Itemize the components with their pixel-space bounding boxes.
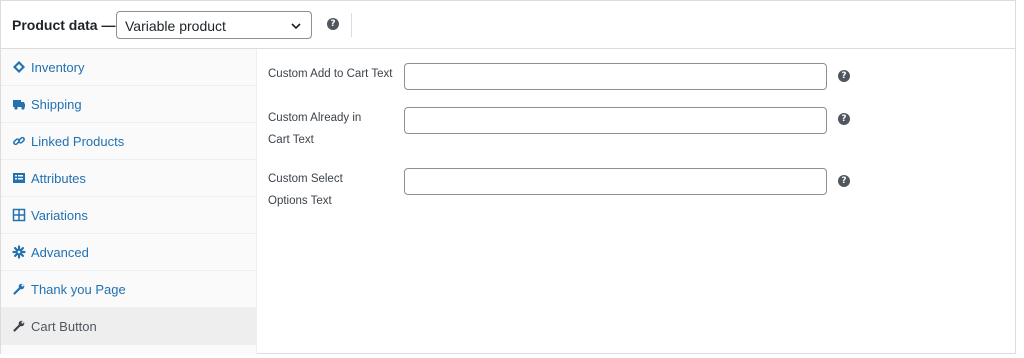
wrench-icon xyxy=(13,283,25,295)
gear-icon xyxy=(12,245,26,259)
label-line: Custom Add to Cart Text xyxy=(268,68,393,80)
product-data-tabs: Inventory Shipping Linked Products Attri… xyxy=(1,49,257,354)
tab-shipping[interactable]: Shipping xyxy=(1,86,256,123)
label-line: Options Text xyxy=(268,195,332,207)
custom-select-options-label: Custom Select Options Text xyxy=(268,168,343,212)
tab-linked-products[interactable]: Linked Products xyxy=(1,123,256,160)
tab-label: Thank you Page xyxy=(31,282,126,297)
help-icon[interactable]: ? xyxy=(838,113,850,125)
custom-select-options-input[interactable] xyxy=(404,168,827,195)
product-data-header: Product data — Variable product ? xyxy=(1,1,1015,49)
tab-inventory[interactable]: Inventory xyxy=(1,49,256,86)
grid-icon xyxy=(12,208,26,222)
wrench-icon xyxy=(13,320,25,332)
product-type-select[interactable]: Variable product xyxy=(116,11,312,39)
help-icon[interactable]: ? xyxy=(327,18,339,30)
link-icon xyxy=(13,136,25,146)
truck-icon xyxy=(13,100,25,110)
tab-advanced[interactable]: Advanced xyxy=(1,234,256,271)
tab-label: Variations xyxy=(31,208,88,223)
chevron-down-icon xyxy=(291,23,301,30)
tab-label: Shipping xyxy=(31,97,82,112)
header-divider xyxy=(351,13,352,37)
label-line: Custom Select xyxy=(268,173,343,185)
help-icon[interactable]: ? xyxy=(838,175,850,187)
product-data-title: Product data — xyxy=(12,17,116,33)
help-icon[interactable]: ? xyxy=(838,70,850,82)
tab-label: Cart Button xyxy=(31,319,97,334)
product-data-panel: Product data — Variable product ? Invent… xyxy=(0,0,1016,354)
custom-already-in-cart-input[interactable] xyxy=(404,107,827,134)
tab-label: Attributes xyxy=(31,171,86,186)
tab-label: Advanced xyxy=(31,245,89,260)
product-type-value: Variable product xyxy=(125,18,226,34)
tab-attributes[interactable]: Attributes xyxy=(1,160,256,197)
tag-icon xyxy=(13,61,25,73)
label-line: Custom Already in xyxy=(268,112,362,124)
custom-already-in-cart-label: Custom Already in Cart Text xyxy=(268,107,361,151)
tab-cart-button[interactable]: Cart Button xyxy=(1,308,256,345)
list-icon xyxy=(13,173,25,183)
custom-add-to-cart-label: Custom Add to Cart Text xyxy=(268,63,392,85)
tab-label: Inventory xyxy=(31,60,85,75)
tab-thank-you-page[interactable]: Thank you Page xyxy=(1,271,256,308)
tab-label: Linked Products xyxy=(31,134,125,149)
custom-add-to-cart-input[interactable] xyxy=(404,63,827,90)
label-line: Cart Text xyxy=(268,134,314,146)
tab-variations[interactable]: Variations xyxy=(1,197,256,234)
